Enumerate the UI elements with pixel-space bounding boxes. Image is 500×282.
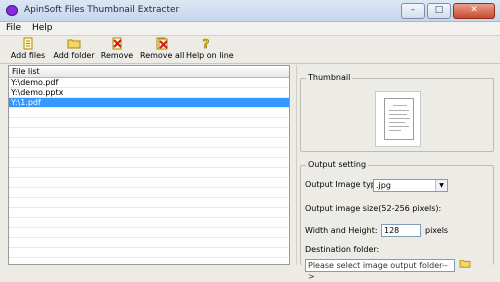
empty-row (9, 138, 289, 148)
help-online-label: Help on line (186, 51, 234, 60)
minimize-button[interactable]: – (401, 3, 425, 19)
add-files-icon (23, 37, 33, 50)
folder-icon (67, 39, 81, 49)
empty-row (9, 128, 289, 138)
close-button[interactable]: ✕ (453, 3, 495, 19)
image-type-select[interactable]: .jpg ▼ (373, 179, 448, 192)
empty-row (9, 228, 289, 238)
file-row[interactable]: Y:\demo.pdf (9, 78, 289, 88)
image-type-value: .jpg (376, 181, 391, 190)
empty-row (9, 188, 289, 198)
title-bar: ApinSoft Files Thumbnail Extracter – □ ✕ (0, 0, 500, 22)
destination-folder-input[interactable]: Please select image output folder--> (305, 259, 455, 281)
page-thumbnail (384, 98, 414, 140)
file-list[interactable]: File list Y:\demo.pdf Y:\demo.pptx Y:\1.… (8, 65, 290, 265)
width-height-input[interactable]: 128 (381, 224, 421, 237)
svg-text:?: ? (203, 37, 210, 50)
add-folder-label: Add folder (53, 51, 95, 60)
file-list-header[interactable]: File list (9, 66, 289, 78)
thumbnail-group: Thumbnail (300, 73, 494, 152)
empty-row (9, 108, 289, 118)
remove-all-button[interactable]: Remove all (140, 37, 184, 63)
browse-folder-icon[interactable] (458, 258, 472, 268)
menu-help[interactable]: Help (32, 23, 53, 33)
help-online-button[interactable]: ? Help on line (186, 37, 234, 63)
empty-row (9, 178, 289, 188)
empty-row (9, 148, 289, 158)
help-icon: ? (202, 37, 210, 50)
menu-file[interactable]: File (6, 23, 21, 33)
width-height-label: Width and Height: (305, 226, 378, 235)
add-files-label: Add files (10, 51, 46, 60)
remove-button[interactable]: Remove (100, 37, 134, 63)
image-size-label: Output image size(52-256 pixels): (305, 204, 442, 213)
empty-row (9, 168, 289, 178)
file-row-selected[interactable]: Y:\1.pdf (9, 98, 289, 108)
empty-row (9, 158, 289, 168)
empty-row (9, 208, 289, 218)
add-folder-button[interactable]: Add folder (52, 37, 96, 63)
empty-row (9, 248, 289, 258)
remove-all-label: Remove all (140, 51, 185, 60)
destination-folder-label: Destination folder: (305, 245, 380, 254)
panel-divider[interactable] (296, 65, 297, 265)
empty-row (9, 238, 289, 248)
maximize-button[interactable]: □ (427, 3, 451, 19)
image-type-label: Output Image type: (305, 180, 384, 189)
add-files-button[interactable]: Add files (8, 37, 48, 63)
remove-label: Remove (100, 51, 134, 60)
thumbnail-preview (375, 91, 421, 147)
dropdown-arrow-icon[interactable]: ▼ (435, 180, 447, 191)
thumbnail-title: Thumbnail (306, 73, 353, 82)
output-setting-title: Output setting (306, 160, 369, 169)
window-title: ApinSoft Files Thumbnail Extracter (24, 5, 180, 15)
output-setting-group: Output setting Output Image type: .jpg ▼… (300, 160, 494, 281)
pixels-unit-label: pixels (425, 226, 449, 235)
empty-row (9, 198, 289, 208)
remove-all-icon (156, 37, 168, 50)
app-icon (6, 5, 18, 16)
empty-row (9, 118, 289, 128)
toolbar: Add files Add folder Remove Remove all ?… (0, 36, 500, 64)
empty-row (9, 218, 289, 228)
menu-bar: File Help (0, 22, 500, 36)
remove-icon (112, 37, 122, 50)
file-row[interactable]: Y:\demo.pptx (9, 88, 289, 98)
